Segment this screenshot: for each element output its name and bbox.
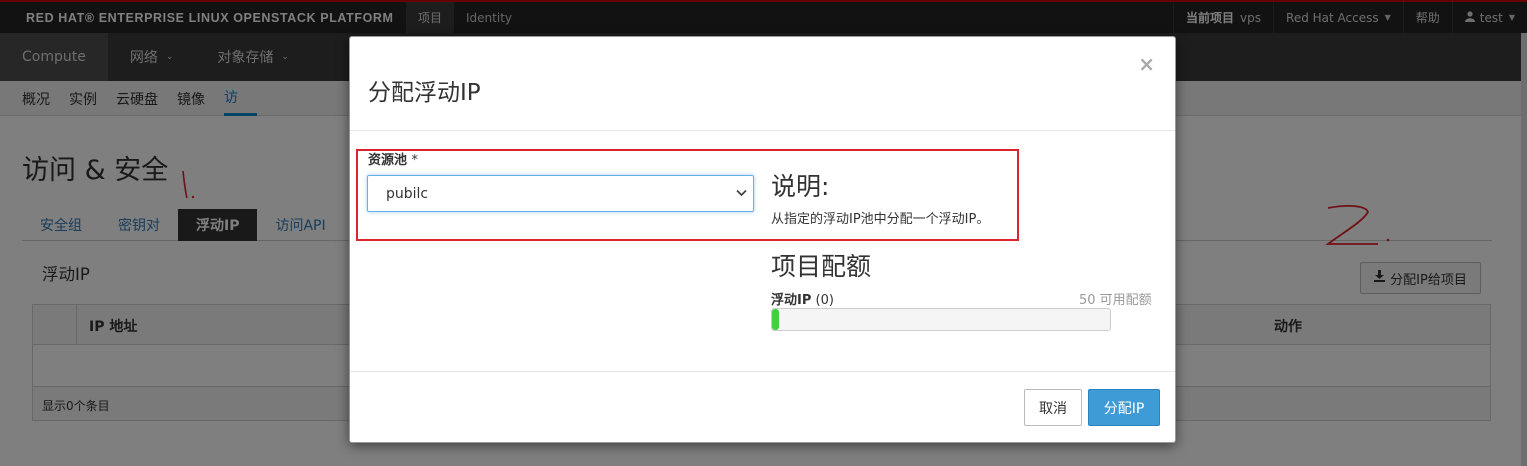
modal-title: 分配浮动IP — [368, 80, 481, 106]
quota-heading: 项目配额 — [771, 252, 872, 281]
modal-header: 分配浮动IP × — [350, 37, 1175, 131]
quota-available: 50 可用配额 — [1079, 293, 1152, 308]
quota-progress-fill — [772, 309, 779, 330]
quota-used: (0) — [815, 293, 834, 308]
close-icon[interactable]: × — [1138, 52, 1155, 76]
quota-label: 浮动IP (0) — [771, 289, 834, 308]
modal-footer: 取消 分配IP — [350, 372, 1175, 444]
cancel-button[interactable]: 取消 — [1024, 389, 1082, 426]
allocate-ip-button[interactable]: 分配IP — [1088, 389, 1160, 426]
quota-progress-bar — [771, 308, 1111, 331]
annotation-highlight-box — [356, 149, 1019, 241]
quota-name: 浮动IP — [771, 293, 812, 308]
